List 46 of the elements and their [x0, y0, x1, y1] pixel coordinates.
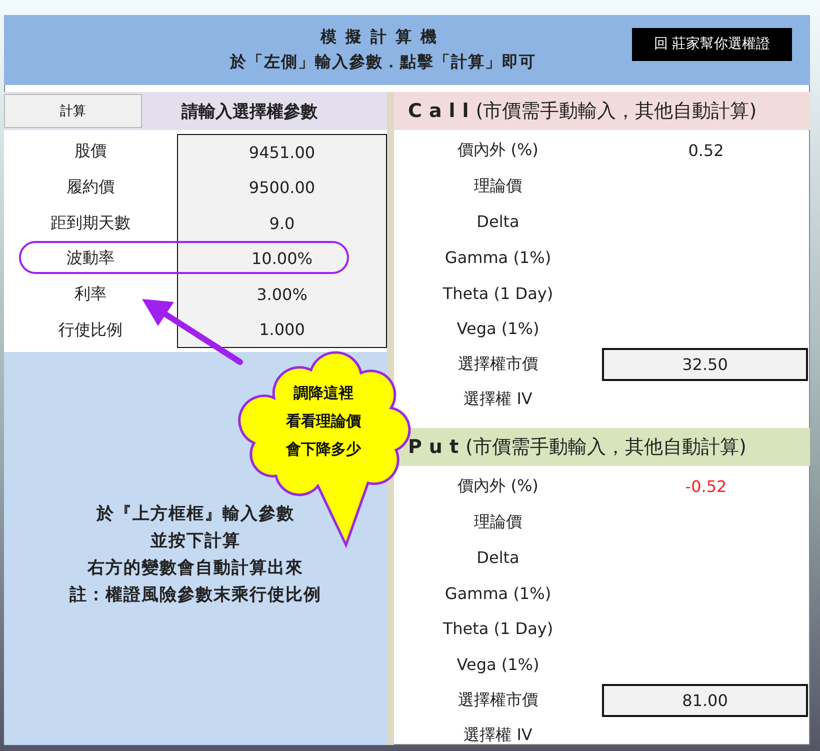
instruction-text: 於「左側」輸入參數．點擊「計算」即可	[230, 52, 536, 73]
param-input[interactable]: 3.00%	[177, 276, 387, 312]
result-label: Gamma (1%)	[444, 247, 552, 270]
result-label: 價內外 (%)	[456, 139, 540, 162]
section-title: 請輸入選擇權參數	[180, 100, 318, 122]
result-label: Delta	[476, 211, 520, 234]
result-label: 價內外 (%)	[456, 475, 540, 498]
result-label: 選擇權市價	[457, 688, 539, 711]
result-value: -0.52	[684, 476, 728, 498]
result-label: Vega (1%)	[456, 654, 540, 676]
result-value: 0.52	[687, 140, 725, 162]
callout-text: 看看理論價	[286, 412, 361, 431]
result-label: Gamma (1%)	[444, 582, 552, 605]
result-label: Theta (1 Day)	[442, 282, 554, 305]
result-label: 理論價	[473, 174, 523, 197]
param-input[interactable]: 1.000	[177, 312, 387, 348]
result-label: 選擇權 IV	[462, 388, 534, 410]
result-label: Delta	[476, 547, 520, 570]
result-label: 選擇權市價	[457, 352, 539, 375]
result-label: Vega (1%)	[456, 318, 540, 340]
page-title: 模擬計算機	[320, 27, 446, 48]
note-text: 於『上方框框』輸入參數	[96, 503, 294, 526]
param-label: 波動率	[66, 247, 116, 270]
param-label: 股價	[74, 140, 108, 162]
result-label: Theta (1 Day)	[442, 618, 554, 640]
note-text: 並按下計算	[150, 530, 240, 552]
market-price-input[interactable]: 81.00	[602, 684, 808, 717]
result-label: 選擇權 IV	[462, 724, 534, 745]
callout-text: 調降這裡	[294, 384, 354, 403]
section-title: Call(市價需手動輸入，其他自動計算)	[408, 99, 757, 124]
param-label: 距到期天數	[50, 212, 132, 234]
param-input[interactable]: 9451.00	[177, 134, 387, 170]
param-input[interactable]: 9500.00	[177, 170, 387, 206]
note-text: 註：權證風險參數末乘行使比例	[70, 584, 322, 606]
calculate-button[interactable]: 計算	[4, 94, 142, 128]
param-label: 行使比例	[58, 318, 124, 341]
callout-text: 會下降多少	[286, 440, 361, 459]
section-title: Put(市價需手動輸入，其他自動計算)	[408, 434, 746, 460]
param-input[interactable]: 9.0	[177, 205, 387, 242]
param-input[interactable]: 10.00%	[177, 241, 387, 277]
link-button[interactable]: 回 莊家幫你選權證	[632, 28, 792, 60]
param-label: 利率	[74, 283, 108, 306]
market-price-input[interactable]: 32.50	[602, 348, 808, 381]
param-label: 履約價	[66, 176, 116, 198]
note-text: 右方的變數會自動計算出來	[88, 557, 304, 580]
result-label: 理論價	[473, 510, 523, 533]
